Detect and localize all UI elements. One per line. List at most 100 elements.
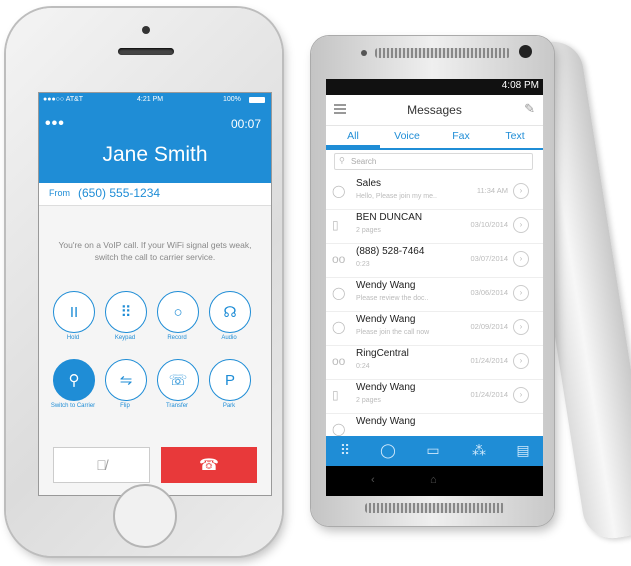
app-header: Messages ✎ (326, 95, 543, 126)
tab-text[interactable]: Text (488, 130, 542, 142)
list-item[interactable]: ▯ Wendy Wang 2 pages 01/24/2014 › (326, 379, 543, 414)
voicemail-icon: oo (332, 354, 346, 368)
front-camera (519, 45, 532, 58)
list-item[interactable]: ◯ Wendy Wang Please review the doc.. 03/06/… (326, 277, 543, 312)
message-sender: Wendy Wang (356, 280, 416, 291)
message-date: 03/07/2014 (470, 254, 508, 263)
control-label: Park (222, 403, 236, 409)
bottom-action-bar: ⠿ ◯ ▭ ⁂ ▤ (326, 436, 543, 466)
message-sender: Wendy Wang (356, 314, 416, 325)
notes-icon[interactable]: ▤ (508, 442, 538, 459)
park-icon: P (224, 371, 235, 389)
chevron-right-icon[interactable]: › (513, 217, 529, 233)
tab-voice[interactable]: Voice (380, 130, 434, 142)
flip-button[interactable]: ⇋ (105, 359, 147, 401)
message-date: 02/09/2014 (470, 322, 508, 331)
chat-bubble-icon: ◯ (332, 184, 346, 198)
messages-icon[interactable]: ◯ (373, 442, 403, 459)
back-nav-icon[interactable]: ‹ (371, 474, 375, 486)
list-item[interactable]: oo (888) 528-7464 0:23 03/07/2014 › (326, 243, 543, 278)
mute-button[interactable]: 🎙̸ (53, 447, 150, 483)
audio-button[interactable]: ☊ (209, 291, 251, 333)
microphone-muted-icon: 🎙̸ (96, 457, 107, 473)
earpiece-speaker (118, 48, 174, 55)
chevron-right-icon[interactable]: › (513, 387, 529, 403)
list-item[interactable]: ◯ Wendy Wang (326, 413, 543, 436)
transfer-button[interactable]: ☏ (157, 359, 199, 401)
message-sender: Wendy Wang (356, 416, 416, 427)
park-button[interactable]: P (209, 359, 251, 401)
call-timer: 00:07 (230, 117, 261, 131)
more-menu-icon[interactable]: ••• (45, 115, 65, 133)
chat-bubble-icon: ◯ (332, 320, 346, 334)
sensor-dot (361, 50, 367, 56)
headphones-icon: ☊ (223, 304, 237, 321)
video-icon[interactable]: ▭ (418, 442, 448, 459)
android-screen: 4:08 PM Messages ✎ All Voice Fax Text ⚲ … (326, 79, 543, 496)
switch-to-carrier-button[interactable]: ⚲ (53, 359, 95, 401)
list-item[interactable]: oo RingCentral 0:24 01/24/2014 › (326, 345, 543, 380)
home-nav-icon[interactable]: ⌂ (430, 474, 437, 486)
end-call-button[interactable]: ☎ (161, 447, 257, 483)
flip-icon: ⇋ (119, 372, 133, 389)
search-placeholder: Search (351, 157, 377, 166)
android-nav-bar: ‹ ⌂ (326, 466, 543, 496)
message-sender: BEN DUNCAN (356, 212, 423, 223)
tab-all[interactable]: All (326, 130, 380, 148)
message-preview: 2 pages (356, 227, 381, 234)
iphone-screen: ●●●○○ AT&T 4:21 PM 100% ••• 00:07 Jane S… (38, 92, 272, 496)
message-preview: Hello, Please join my me.. (356, 193, 437, 200)
tab-fax[interactable]: Fax (434, 130, 488, 142)
control-label: Keypad (114, 335, 136, 341)
search-input[interactable]: ⚲ Search (334, 153, 533, 170)
from-row[interactable]: From (650) 555-1234 (39, 183, 271, 206)
fax-document-icon: ▯ (332, 218, 339, 232)
chevron-right-icon[interactable]: › (513, 319, 529, 335)
message-date: 11:34 AM (476, 186, 508, 195)
chevron-right-icon[interactable]: › (513, 353, 529, 369)
conference-icon[interactable]: ⁂ (464, 442, 494, 459)
list-item[interactable]: ◯ Sales Hello, Please join my me.. 11:34 AM… (326, 175, 543, 210)
compose-pencil-icon[interactable]: ✎ (524, 101, 535, 117)
message-sender: Wendy Wang (356, 382, 416, 393)
message-sender: RingCentral (356, 348, 409, 359)
list-item[interactable]: ▯ BEN DUNCAN 2 pages 03/10/2014 › (326, 209, 543, 244)
message-preview: 0:24 (356, 363, 370, 370)
control-label: Hold (66, 335, 80, 341)
android-device: 4:08 PM Messages ✎ All Voice Fax Text ⚲ … (311, 36, 554, 526)
message-sender: (888) 528-7464 (356, 246, 425, 257)
message-preview: Please join the call now (356, 329, 430, 336)
status-time: 4:21 PM (137, 96, 164, 103)
hold-button[interactable]: II (53, 291, 95, 333)
pause-icon: II (69, 303, 79, 321)
list-item[interactable]: ◯ Wendy Wang Please join the call now 02/09… (326, 311, 543, 346)
hang-up-icon: ☎ (199, 457, 219, 474)
fax-document-icon: ▯ (332, 388, 339, 402)
from-label: From (49, 188, 70, 198)
message-tabs: All Voice Fax Text (326, 126, 543, 150)
status-carrier: ●●●○○ AT&T (43, 96, 84, 103)
caller-name: Jane Smith (102, 143, 208, 166)
chat-bubble-icon: ◯ (332, 286, 346, 300)
from-number: (650) 555-1234 (78, 186, 161, 200)
control-label: Flip (120, 403, 130, 409)
search-icon: ⚲ (339, 156, 345, 165)
keypad-button[interactable]: ⠿ (105, 291, 147, 333)
voicemail-icon: oo (332, 252, 346, 266)
home-button[interactable] (113, 484, 177, 548)
control-label: Audio (221, 335, 237, 341)
dialpad-icon[interactable]: ⠿ (330, 442, 360, 459)
page-title: Messages (407, 103, 462, 117)
chevron-right-icon[interactable]: › (513, 183, 529, 199)
record-button[interactable]: ○ (157, 291, 199, 333)
call-header: ●●●○○ AT&T 4:21 PM 100% ••• 00:07 Jane S… (39, 93, 271, 183)
message-date: 01/24/2014 (470, 356, 508, 365)
record-icon: ○ (173, 303, 183, 321)
status-battery: 100% (223, 96, 241, 103)
chevron-right-icon[interactable]: › (513, 251, 529, 267)
chevron-right-icon[interactable]: › (513, 285, 529, 301)
iphone-device: ●●●○○ AT&T 4:21 PM 100% ••• 00:07 Jane S… (6, 8, 282, 556)
message-sender: Sales (356, 178, 382, 189)
keypad-icon: ⠿ (120, 304, 132, 321)
control-label: Switch to Carrier (50, 403, 96, 409)
